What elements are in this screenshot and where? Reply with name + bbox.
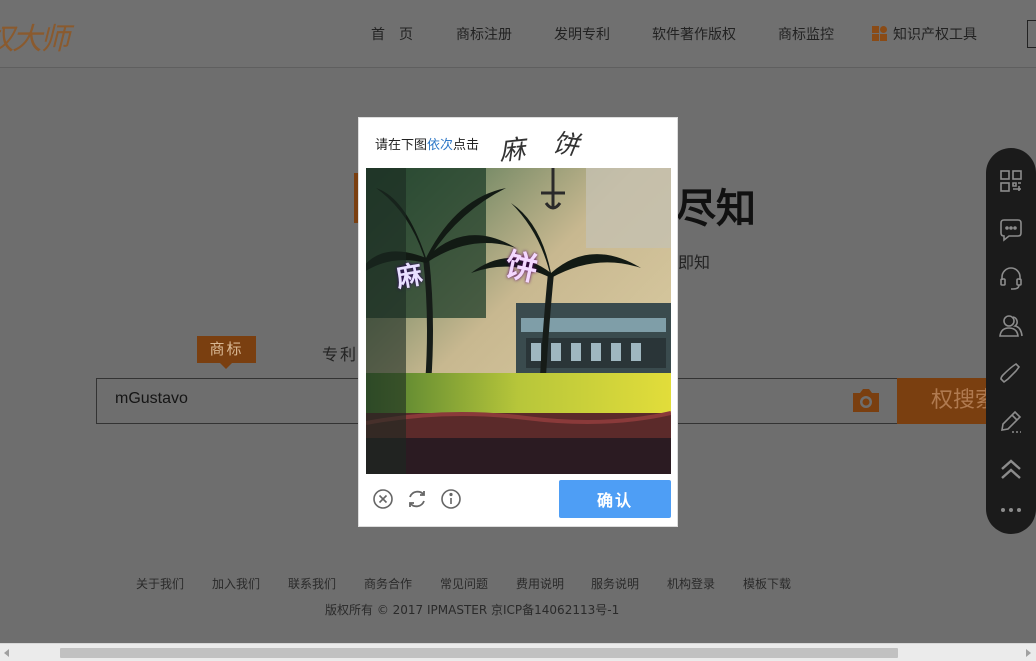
- qrcode-icon[interactable]: [998, 168, 1024, 194]
- nav-ip-tools[interactable]: 知识产权工具: [872, 24, 977, 44]
- tools-grid-icon: [872, 26, 887, 41]
- footer-link-templates[interactable]: 模板下载: [743, 575, 791, 592]
- copyright: 版权所有 © 2017 IPMASTER 京ICP备14062113号-1: [325, 603, 620, 617]
- site-header: 权大师 首 页 商标注册 发明专利 软件著作版权 商标监控 知识产权工具: [0, 0, 1036, 68]
- search-input[interactable]: [115, 390, 355, 408]
- floating-toolbar: [986, 148, 1036, 534]
- footer-link-agency-login[interactable]: 机构登录: [667, 575, 715, 592]
- tab-trademark[interactable]: 商标: [197, 336, 256, 369]
- captcha-target-chars: 麻 饼: [491, 122, 603, 167]
- more-icon[interactable]: [998, 498, 1024, 524]
- tab-patent[interactable]: 专利: [322, 341, 358, 365]
- footer-link-contact[interactable]: 联系我们: [288, 575, 336, 592]
- footer-link-join[interactable]: 加入我们: [212, 575, 260, 592]
- nav-home[interactable]: 首 页: [371, 24, 413, 44]
- captcha-dialog: 请在下图依次点击 麻 饼 麻 饼 确认: [358, 117, 678, 527]
- footer-link-fees[interactable]: 费用说明: [516, 575, 564, 592]
- scroll-left-arrow-icon[interactable]: [4, 649, 9, 657]
- hero-subtitle: 即知: [678, 253, 711, 272]
- hero-title: 尽知: [676, 185, 756, 232]
- footer-link-business[interactable]: 商务合作: [364, 575, 412, 592]
- back-to-top-icon[interactable]: [998, 457, 1024, 483]
- footer-link-faq[interactable]: 常见问题: [440, 575, 488, 592]
- captcha-image[interactable]: 麻 饼: [366, 168, 671, 474]
- nav-patent[interactable]: 发明专利: [554, 24, 610, 44]
- info-icon[interactable]: [440, 488, 462, 510]
- edit-icon[interactable]: [998, 409, 1024, 435]
- nav-trademark-register[interactable]: 商标注册: [456, 24, 512, 44]
- captcha-prompt-before: 请在下图: [375, 138, 428, 153]
- footer-link-service[interactable]: 服务说明: [591, 575, 639, 592]
- captcha-confirm-button[interactable]: 确认: [559, 480, 671, 518]
- header-login-button[interactable]: [1027, 20, 1036, 48]
- captcha-target-char-2: 饼: [550, 128, 581, 162]
- captcha-prompt-highlight: 依次: [427, 138, 454, 153]
- users-icon[interactable]: [998, 313, 1024, 339]
- headset-icon[interactable]: [998, 265, 1024, 291]
- refresh-icon[interactable]: [406, 488, 428, 510]
- site-logo[interactable]: 权大师: [0, 14, 70, 58]
- nav-ip-tools-label: 知识产权工具: [893, 27, 977, 43]
- chat-icon[interactable]: [998, 217, 1024, 243]
- camera-icon[interactable]: [850, 385, 882, 415]
- nav-software-copyright[interactable]: 软件著作版权: [652, 24, 736, 44]
- captcha-prompt-after: 点击: [453, 138, 480, 153]
- nav-trademark-monitor[interactable]: 商标监控: [778, 24, 834, 44]
- captcha-prompt: 请在下图依次点击: [375, 134, 479, 153]
- phone-icon[interactable]: [998, 361, 1024, 387]
- scrollbar-thumb[interactable]: [60, 648, 898, 658]
- horizontal-scrollbar[interactable]: [0, 643, 1036, 661]
- captcha-target-char-1: 麻: [497, 134, 527, 168]
- close-icon[interactable]: [372, 488, 394, 510]
- footer-link-about[interactable]: 关于我们: [136, 575, 184, 592]
- scroll-right-arrow-icon[interactable]: [1026, 649, 1031, 657]
